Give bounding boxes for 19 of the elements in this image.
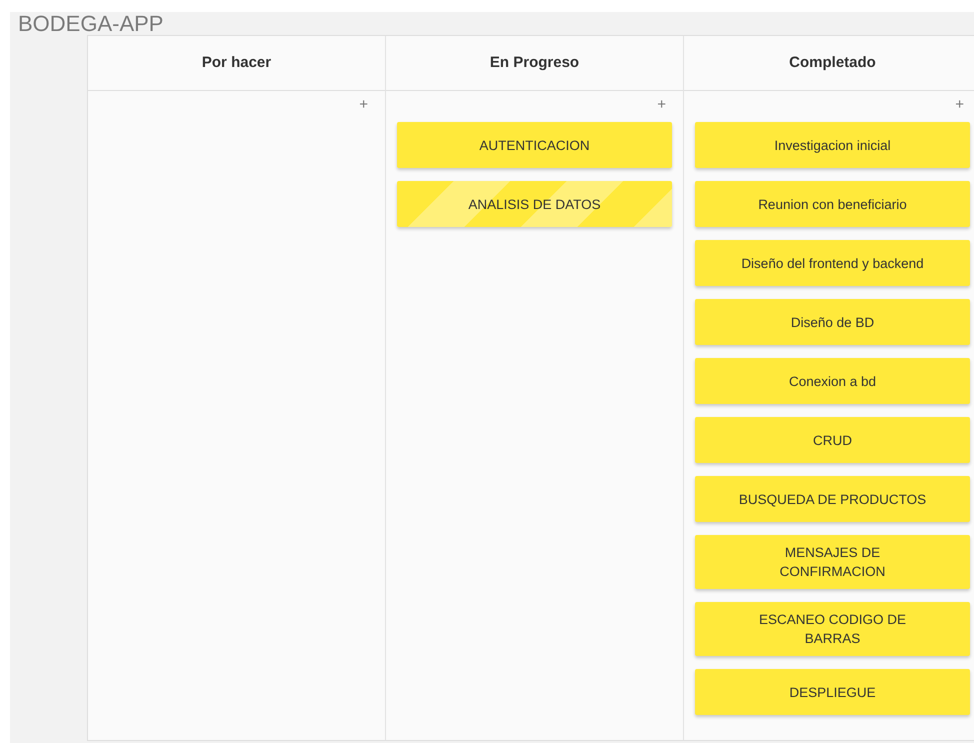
column-header: Completado bbox=[684, 36, 974, 91]
task-card[interactable]: Diseño de BD bbox=[695, 299, 970, 345]
add-card-button[interactable]: + bbox=[657, 96, 666, 114]
task-card[interactable]: ANALISIS DE DATOS bbox=[397, 181, 672, 227]
column-header: Por hacer bbox=[88, 36, 385, 91]
task-card[interactable]: Investigacion inicial bbox=[695, 122, 970, 168]
add-card-button[interactable]: + bbox=[359, 96, 368, 114]
add-card-button[interactable]: + bbox=[955, 96, 964, 114]
task-card[interactable]: MENSAJES DE CONFIRMACION bbox=[695, 535, 970, 589]
column-header: En Progreso bbox=[386, 36, 683, 91]
task-card[interactable]: Reunion con beneficiario bbox=[695, 181, 970, 227]
task-card[interactable]: DESPLIEGUE bbox=[695, 669, 970, 715]
app-title: BODEGA-APP bbox=[17, 12, 164, 35]
task-card[interactable]: AUTENTICACION bbox=[397, 122, 672, 168]
task-card[interactable]: ESCANEO CODIGO DE BARRAS bbox=[695, 602, 970, 656]
task-card[interactable]: Diseño del frontend y backend bbox=[695, 240, 970, 286]
task-card[interactable]: CRUD bbox=[695, 417, 970, 463]
task-card[interactable]: Conexion a bd bbox=[695, 358, 970, 404]
task-card[interactable]: BUSQUEDA DE PRODUCTOS bbox=[695, 476, 970, 522]
